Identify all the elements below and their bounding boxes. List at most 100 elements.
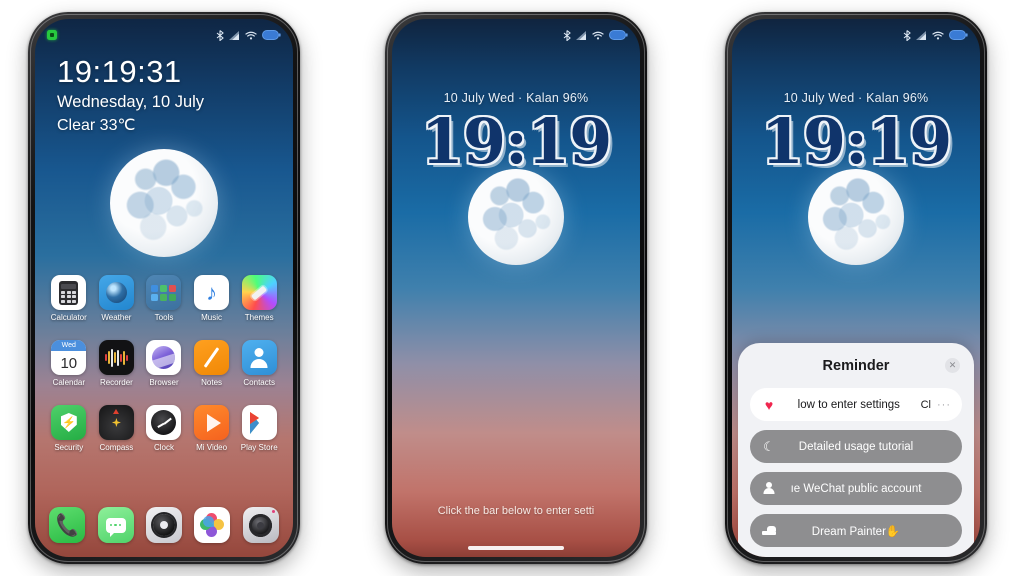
clock-weather: Clear 33℃ xyxy=(57,116,136,134)
screenshot-stage: 19:19:31 Wednesday, 10 July Clear 33℃ Ca… xyxy=(0,0,1024,576)
app-recorder[interactable]: Recorder xyxy=(93,340,141,387)
status-right-group xyxy=(903,29,968,41)
lock-meta-line: 10 July Wed · Kalan 96% xyxy=(783,91,929,105)
reminder-row-tutorial[interactable]: ☾ Detailed usage tutorial xyxy=(750,430,962,463)
more-options-icon[interactable]: ··· xyxy=(937,399,951,411)
dock-item-camera[interactable] xyxy=(242,507,279,543)
app-label: Mi Video xyxy=(196,443,228,452)
phone-3-lock-screen-reminder: 10 July Wed · Kalan 96% 19:19 Reminder ✕… xyxy=(725,12,987,564)
calendar-day-number: 10 xyxy=(60,354,78,372)
wifi-icon xyxy=(245,31,257,39)
reminder-title: Reminder xyxy=(822,358,890,374)
phone-2-lock-screen: 10 July Wed · Kalan 96% 19:19 Click the … xyxy=(385,12,647,564)
recorder-icon xyxy=(98,340,134,375)
compass-icon xyxy=(98,405,134,440)
dock-item-gallery[interactable] xyxy=(194,507,231,543)
phone-3-screen: 10 July Wed · Kalan 96% 19:19 Reminder ✕… xyxy=(732,19,980,557)
moon-graphic xyxy=(110,149,218,257)
music-icon: ♪ xyxy=(194,275,230,310)
calendar-day-name: Wed xyxy=(51,340,87,351)
reminder-row-dream-painter[interactable]: Dream Painter✋ xyxy=(750,514,962,547)
app-contacts[interactable]: Contacts xyxy=(235,340,283,387)
app-calendar[interactable]: Wed 10 Calendar xyxy=(45,340,93,387)
person-icon xyxy=(761,482,777,495)
bluetooth-icon xyxy=(903,29,911,41)
heart-icon: ♥ xyxy=(764,396,774,413)
row-label: Detailed usage tutorial xyxy=(798,440,914,453)
signal-icon xyxy=(576,30,586,40)
clock-time: 19:19:31 xyxy=(57,54,182,89)
app-clock[interactable]: Clock xyxy=(140,405,188,452)
dock: 📞 xyxy=(43,507,285,543)
lock-big-time: 19:19 xyxy=(760,105,952,178)
status-left-group xyxy=(47,30,57,40)
app-label: Tools xyxy=(154,313,174,322)
browser-icon xyxy=(146,340,182,375)
app-label: Notes xyxy=(201,378,223,387)
battery-icon xyxy=(609,30,628,40)
close-icon[interactable]: ✕ xyxy=(945,358,960,373)
dock-item-phone[interactable]: 📞 xyxy=(49,507,86,543)
app-label: Browser xyxy=(149,378,179,387)
reminder-row-wechat[interactable]: ıe WeChat public account xyxy=(750,472,962,505)
reminder-row-settings[interactable]: ♥ low to enter settings Cl ··· xyxy=(750,388,962,421)
app-label: Contacts xyxy=(243,378,275,387)
row-tail-text: Cl xyxy=(920,398,931,411)
row-label: low to enter settings xyxy=(797,398,900,411)
app-compass[interactable]: Compass xyxy=(93,405,141,452)
dock-item-messages[interactable] xyxy=(97,507,134,543)
wifi-icon xyxy=(932,31,944,39)
home-indicator-bar[interactable] xyxy=(468,546,564,550)
lock-big-time: 19:19 xyxy=(420,105,612,178)
app-label: Play Store xyxy=(240,443,278,452)
moon-graphic xyxy=(468,169,564,265)
dock-item-settings[interactable] xyxy=(145,507,182,543)
themes-icon xyxy=(241,275,277,310)
phone-2-status-bar xyxy=(392,19,640,45)
app-label: Recorder xyxy=(99,378,133,387)
contacts-icon xyxy=(241,340,277,375)
app-mi-video[interactable]: Mi Video xyxy=(188,405,236,452)
row-tail-group: Cl ··· xyxy=(921,399,951,411)
app-label: Calculator xyxy=(50,313,87,322)
app-calculator[interactable]: Calculator xyxy=(45,275,93,322)
wifi-icon xyxy=(592,31,604,39)
app-play-store[interactable]: Play Store xyxy=(235,405,283,452)
app-tools[interactable]: Tools xyxy=(140,275,188,322)
moon-icon: ☾ xyxy=(763,439,775,454)
app-security[interactable]: ⚡ Security xyxy=(45,405,93,452)
app-label: Calendar xyxy=(52,378,86,387)
clock-icon xyxy=(146,405,182,440)
security-icon: ⚡ xyxy=(51,405,87,440)
phone-1-home-screen: 19:19:31 Wednesday, 10 July Clear 33℃ Ca… xyxy=(28,12,300,564)
battery-icon xyxy=(949,30,968,40)
reminder-header: Reminder ✕ xyxy=(750,357,962,375)
app-grid: Calculator Weather Tools ♪ Music Themes … xyxy=(35,275,293,452)
row-label: ıe WeChat public account xyxy=(790,482,922,495)
mi-video-icon xyxy=(194,405,230,440)
lock-meta-line: 10 July Wed · Kalan 96% xyxy=(443,91,589,105)
notes-icon xyxy=(194,340,230,375)
app-label: Clock xyxy=(153,443,174,452)
app-label: Compass xyxy=(99,443,134,452)
battery-icon xyxy=(262,30,281,40)
app-browser[interactable]: Browser xyxy=(140,340,188,387)
app-music[interactable]: ♪ Music xyxy=(188,275,236,322)
weather-icon xyxy=(98,275,134,310)
app-label: Weather xyxy=(101,313,132,322)
lock-hint-text: Click the bar below to enter setti xyxy=(437,505,595,517)
app-themes[interactable]: Themes xyxy=(235,275,283,322)
signal-icon xyxy=(916,30,926,40)
home-clock-widget[interactable]: 19:19:31 Wednesday, 10 July Clear 33℃ xyxy=(57,54,204,135)
app-notes[interactable]: Notes xyxy=(188,340,236,387)
app-label: Music xyxy=(201,313,223,322)
play-store-icon xyxy=(241,405,277,440)
calculator-icon xyxy=(51,275,87,310)
status-right-group xyxy=(216,29,281,41)
bluetooth-icon xyxy=(563,29,571,41)
phone-2-screen: 10 July Wed · Kalan 96% 19:19 Click the … xyxy=(392,19,640,557)
phone-3-status-bar xyxy=(732,19,980,45)
tools-folder-icon xyxy=(146,275,182,310)
reminder-sheet: Reminder ✕ ♥ low to enter settings Cl ··… xyxy=(738,343,974,557)
app-weather[interactable]: Weather xyxy=(93,275,141,322)
